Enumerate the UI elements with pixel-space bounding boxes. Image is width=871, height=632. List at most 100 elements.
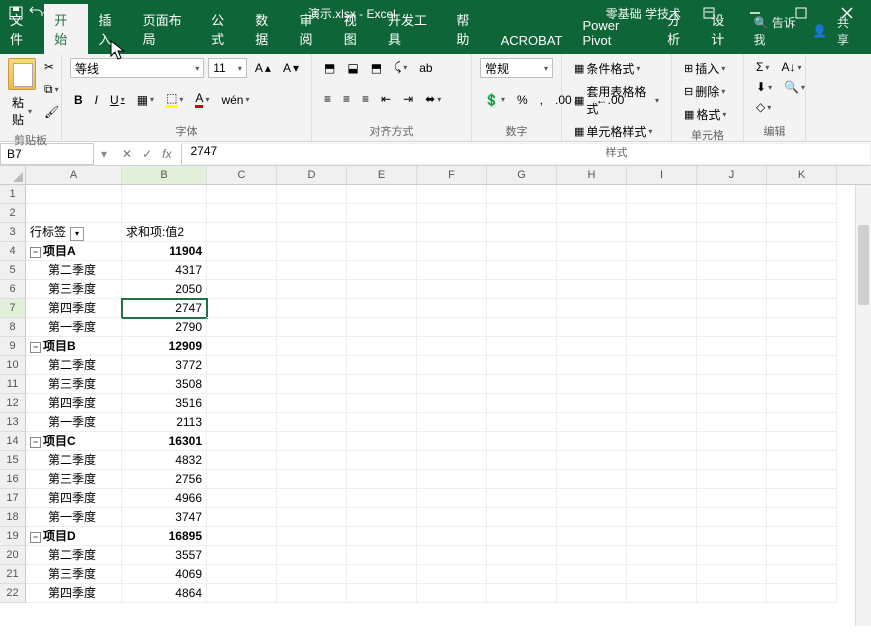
cell[interactable] xyxy=(277,546,347,565)
cell[interactable] xyxy=(207,280,277,299)
cell[interactable] xyxy=(487,413,557,432)
cell[interactable] xyxy=(347,470,417,489)
cell[interactable] xyxy=(207,261,277,280)
pivot-row-item[interactable]: 第四季度 xyxy=(26,584,122,603)
cell[interactable] xyxy=(207,394,277,413)
cell[interactable] xyxy=(557,375,627,394)
collapse-icon[interactable]: − xyxy=(30,342,41,353)
decrease-indent-icon[interactable]: ⇤ xyxy=(377,90,395,108)
cell[interactable] xyxy=(487,223,557,242)
cell[interactable] xyxy=(627,470,697,489)
cell[interactable] xyxy=(627,185,697,204)
cell[interactable] xyxy=(767,584,837,603)
cell[interactable] xyxy=(347,223,417,242)
cell[interactable] xyxy=(557,584,627,603)
cell[interactable] xyxy=(417,261,487,280)
cell[interactable] xyxy=(417,489,487,508)
cell[interactable] xyxy=(627,565,697,584)
cell[interactable] xyxy=(277,584,347,603)
pivot-value-cell[interactable]: 3508 xyxy=(122,375,207,394)
cell[interactable] xyxy=(487,375,557,394)
cell[interactable] xyxy=(277,223,347,242)
cell[interactable] xyxy=(697,527,767,546)
cell[interactable] xyxy=(417,356,487,375)
cell[interactable] xyxy=(487,565,557,584)
cell[interactable] xyxy=(417,527,487,546)
cell[interactable] xyxy=(697,261,767,280)
cell[interactable] xyxy=(277,261,347,280)
row-header-16[interactable]: 16 xyxy=(0,470,25,489)
fx-icon[interactable]: fx xyxy=(162,147,171,161)
cell[interactable] xyxy=(417,451,487,470)
cell[interactable] xyxy=(627,584,697,603)
cell[interactable] xyxy=(487,527,557,546)
align-middle-icon[interactable]: ⬓ xyxy=(343,59,362,77)
orientation-icon[interactable]: ⤹▾ xyxy=(390,58,411,77)
cell[interactable] xyxy=(767,242,837,261)
cell[interactable] xyxy=(347,280,417,299)
cell[interactable] xyxy=(277,204,347,223)
pivot-row-item[interactable]: 第四季度 xyxy=(26,299,122,318)
align-top-icon[interactable]: ⬒ xyxy=(320,59,339,77)
cell[interactable] xyxy=(277,470,347,489)
cell[interactable] xyxy=(767,413,837,432)
vertical-scrollbar[interactable] xyxy=(855,185,871,626)
clear-icon[interactable]: ◇▾ xyxy=(752,98,775,116)
tab-insert[interactable]: 插入 xyxy=(88,4,132,54)
cell[interactable] xyxy=(207,432,277,451)
tab-help[interactable]: 帮助 xyxy=(446,4,490,54)
cell[interactable] xyxy=(627,451,697,470)
font-color-icon[interactable]: A▾ xyxy=(191,89,213,110)
cell[interactable] xyxy=(557,394,627,413)
align-left-icon[interactable]: ≡ xyxy=(320,90,335,108)
cell[interactable] xyxy=(277,299,347,318)
cell[interactable] xyxy=(207,489,277,508)
pivot-value-cell[interactable]: 12909 xyxy=(122,337,207,356)
cell[interactable] xyxy=(557,508,627,527)
cell[interactable] xyxy=(417,185,487,204)
underline-button[interactable]: U▾ xyxy=(106,91,129,109)
row-header-3[interactable]: 3 xyxy=(0,223,25,242)
cell[interactable] xyxy=(697,185,767,204)
cell[interactable] xyxy=(487,280,557,299)
column-header-B[interactable]: B xyxy=(122,166,207,184)
row-header-8[interactable]: 8 xyxy=(0,318,25,337)
cell[interactable] xyxy=(487,432,557,451)
autosum-icon[interactable]: Σ▾ xyxy=(752,58,773,76)
cell[interactable] xyxy=(767,223,837,242)
cell[interactable] xyxy=(277,413,347,432)
tab-formulas[interactable]: 公式 xyxy=(201,4,245,54)
column-header-G[interactable]: G xyxy=(487,166,557,184)
pivot-group-header[interactable]: −项目C xyxy=(26,432,122,451)
pivot-value-cell[interactable]: 2790 xyxy=(122,318,207,337)
pivot-header-sum[interactable]: 求和项:值2 xyxy=(122,223,207,242)
cell[interactable] xyxy=(697,280,767,299)
cell[interactable] xyxy=(627,432,697,451)
cell[interactable] xyxy=(487,356,557,375)
row-header-6[interactable]: 6 xyxy=(0,280,25,299)
cell[interactable] xyxy=(557,451,627,470)
comma-format-icon[interactable]: , xyxy=(536,91,547,109)
cell[interactable] xyxy=(347,337,417,356)
cell[interactable] xyxy=(697,489,767,508)
cell[interactable] xyxy=(417,584,487,603)
scroll-thumb[interactable] xyxy=(858,225,869,305)
cell-styles-button[interactable]: ▦ 单元格样式▾ xyxy=(570,121,663,142)
cell[interactable] xyxy=(347,394,417,413)
cell[interactable] xyxy=(767,527,837,546)
cell[interactable] xyxy=(557,299,627,318)
cell[interactable] xyxy=(347,432,417,451)
cell[interactable] xyxy=(557,470,627,489)
cell[interactable] xyxy=(557,489,627,508)
cell[interactable] xyxy=(767,489,837,508)
cell[interactable] xyxy=(417,280,487,299)
cell[interactable] xyxy=(627,204,697,223)
cell[interactable] xyxy=(347,242,417,261)
pivot-value-cell[interactable]: 3747 xyxy=(122,508,207,527)
cell[interactable] xyxy=(207,299,277,318)
paste-icon[interactable] xyxy=(8,58,36,90)
cell[interactable] xyxy=(207,318,277,337)
cell[interactable] xyxy=(697,318,767,337)
cell[interactable] xyxy=(122,204,207,223)
row-header-9[interactable]: 9 xyxy=(0,337,25,356)
